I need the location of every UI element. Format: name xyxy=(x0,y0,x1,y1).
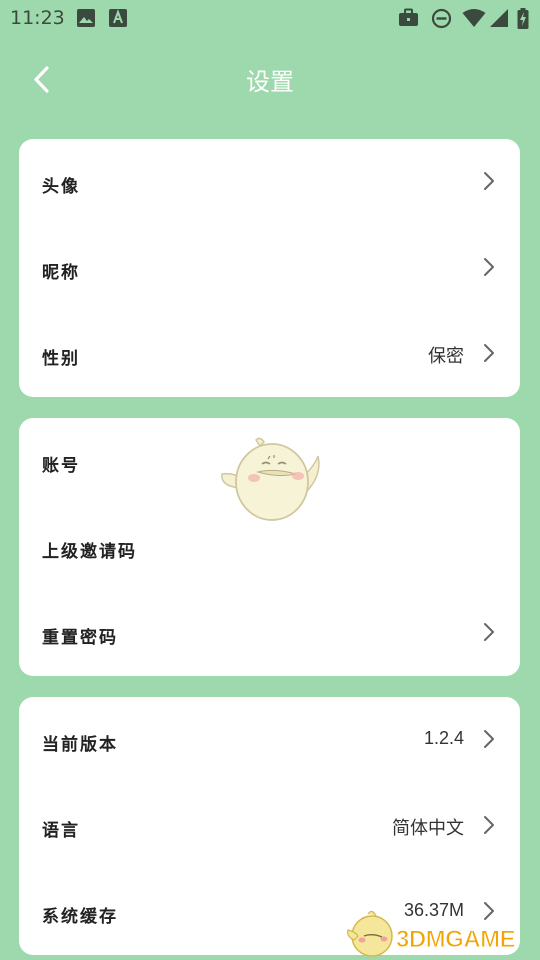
row-label: 上级邀请码 xyxy=(42,542,137,562)
chevron-right-icon xyxy=(484,623,494,641)
signal-icon xyxy=(490,9,508,27)
row-label: 当前版本 xyxy=(42,735,118,755)
row-label: 账号 xyxy=(42,456,80,476)
status-time: 11:23 xyxy=(10,7,65,29)
row-label: 重置密码 xyxy=(42,628,118,648)
row-label: 语言 xyxy=(42,821,80,841)
do-not-disturb-icon xyxy=(431,8,452,29)
language-value: 简体中文 xyxy=(392,818,464,838)
chevron-right-icon xyxy=(484,172,494,190)
reset-password-row[interactable]: 重置密码 xyxy=(19,590,520,676)
page-title: 设置 xyxy=(246,68,294,96)
row-label: 头像 xyxy=(42,177,80,197)
gender-value: 保密 xyxy=(428,346,464,366)
row-label: 昵称 xyxy=(42,263,80,283)
status-bar: 11:23 xyxy=(0,0,540,36)
watermark: 3DMGAME xyxy=(346,906,536,960)
mascot-icon xyxy=(221,437,320,521)
nickname-row[interactable]: 昵称 xyxy=(19,225,520,311)
header: 设置 xyxy=(0,48,540,108)
gender-row[interactable]: 性别 保密 xyxy=(19,311,520,397)
battery-charging-icon xyxy=(517,8,529,29)
chevron-right-icon xyxy=(484,816,494,834)
row-label: 系统缓存 xyxy=(42,907,118,927)
text-a-icon xyxy=(109,9,127,27)
image-icon xyxy=(77,9,95,27)
profile-card: 头像 昵称 性别 保密 xyxy=(19,139,520,397)
chevron-right-icon xyxy=(484,258,494,276)
wifi-icon xyxy=(462,9,486,27)
briefcase-icon xyxy=(399,8,418,26)
avatar-row[interactable]: 头像 xyxy=(19,139,520,225)
version-row[interactable]: 当前版本 1.2.4 xyxy=(19,697,520,783)
chevron-right-icon xyxy=(484,344,494,362)
watermark-mascot-icon xyxy=(347,910,393,957)
watermark-text: 3DMGAME xyxy=(395,926,516,954)
chevron-right-icon xyxy=(484,730,494,748)
language-row[interactable]: 语言 简体中文 xyxy=(19,783,520,869)
row-label: 性别 xyxy=(42,349,80,369)
version-value: 1.2.4 xyxy=(423,728,464,748)
